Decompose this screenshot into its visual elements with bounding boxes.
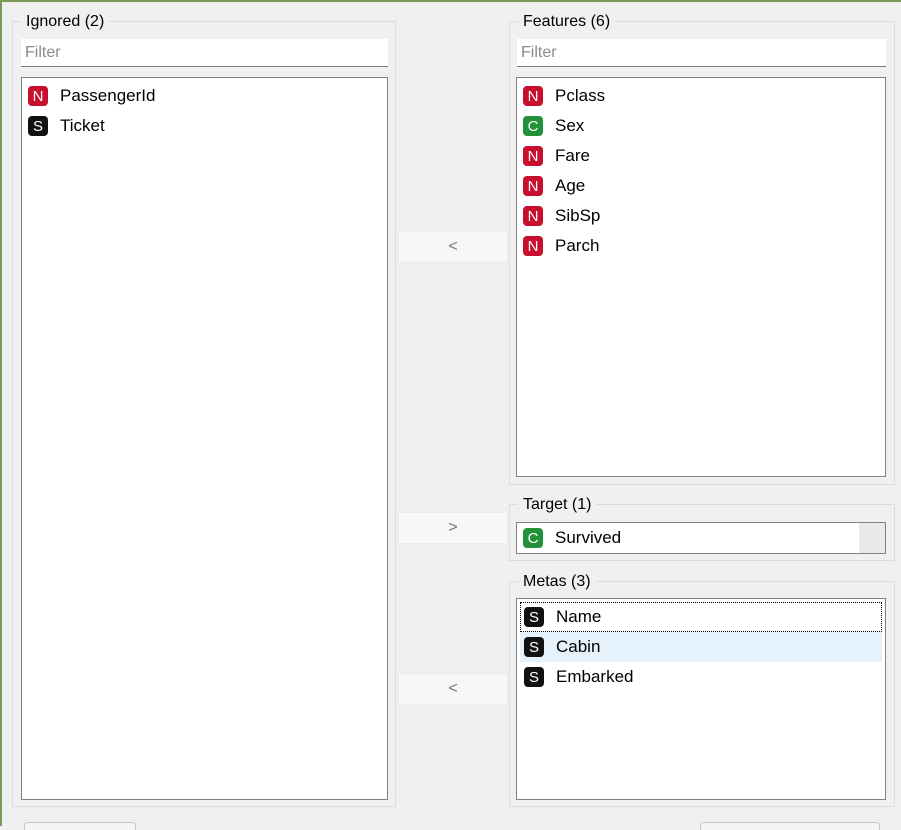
string-variable-icon: S <box>524 667 544 687</box>
list-item[interactable]: N Parch <box>517 231 885 261</box>
string-variable-icon: S <box>524 607 544 627</box>
variable-label: Sex <box>555 116 585 135</box>
metas-list[interactable]: S Name S Cabin S Embarked <box>516 598 886 800</box>
list-item[interactable]: N Pclass <box>517 81 885 111</box>
ignored-filter-input[interactable] <box>21 39 388 67</box>
variable-label: Cabin <box>556 637 601 656</box>
variable-label: SibSp <box>555 206 601 225</box>
variable-label: PassengerId <box>60 86 156 105</box>
list-item[interactable]: C Survived <box>517 523 859 553</box>
list-item[interactable]: N SibSp <box>517 201 885 231</box>
list-item[interactable]: N Fare <box>517 141 885 171</box>
bottom-right-button[interactable] <box>700 822 880 830</box>
features-list[interactable]: N Pclass C Sex N Fare N Age N SibSp N Pa… <box>516 77 886 477</box>
features-title: Features (6) <box>518 13 616 31</box>
numeric-variable-icon: N <box>523 206 543 226</box>
list-item[interactable]: S Name <box>520 602 882 632</box>
list-item[interactable]: S Cabin <box>520 632 882 662</box>
string-variable-icon: S <box>28 116 48 136</box>
window-frame-left <box>0 0 2 826</box>
variable-label: Survived <box>555 528 622 547</box>
move-features-to-ignored-button[interactable]: < <box>398 231 508 263</box>
categorical-variable-icon: C <box>523 116 543 136</box>
numeric-variable-icon: N <box>523 146 543 166</box>
bottom-left-button[interactable] <box>24 822 136 830</box>
variable-label: Ticket <box>60 116 105 135</box>
features-filter-input[interactable] <box>517 39 886 67</box>
move-to-target-button[interactable]: > <box>398 512 508 544</box>
list-item[interactable]: C Sex <box>517 111 885 141</box>
numeric-variable-icon: N <box>523 86 543 106</box>
target-title: Target (1) <box>518 496 597 514</box>
variable-label: Name <box>556 607 602 626</box>
list-item[interactable]: N Age <box>517 171 885 201</box>
list-item[interactable]: N PassengerId <box>22 81 387 111</box>
string-variable-icon: S <box>524 637 544 657</box>
variable-label: Parch <box>555 236 600 255</box>
window-frame-top <box>0 0 901 2</box>
variable-label: Fare <box>555 146 590 165</box>
ignored-title: Ignored (2) <box>21 13 110 31</box>
categorical-variable-icon: C <box>523 528 543 548</box>
target-list[interactable]: C Survived <box>516 522 886 554</box>
numeric-variable-icon: N <box>28 86 48 106</box>
variable-label: Age <box>555 176 586 195</box>
numeric-variable-icon: N <box>523 176 543 196</box>
move-metas-to-ignored-button[interactable]: < <box>398 673 508 705</box>
list-item[interactable]: S Embarked <box>520 662 882 692</box>
variable-label: Pclass <box>555 86 606 105</box>
metas-title: Metas (3) <box>518 573 596 591</box>
list-item[interactable]: S Ticket <box>22 111 387 141</box>
numeric-variable-icon: N <box>523 236 543 256</box>
variable-label: Embarked <box>556 667 634 686</box>
ignored-list[interactable]: N PassengerId S Ticket <box>21 77 388 800</box>
